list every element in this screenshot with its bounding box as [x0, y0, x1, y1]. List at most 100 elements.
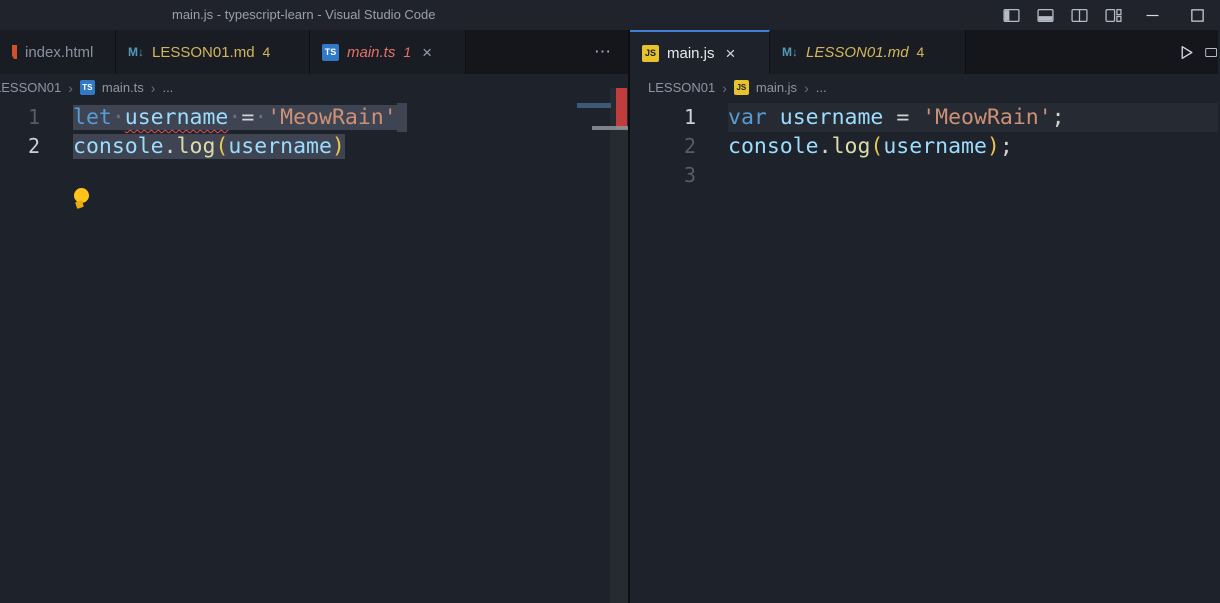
lightbulb-quickfix-icon[interactable]	[74, 188, 90, 214]
toggle-secondary-sidebar-icon[interactable]	[1062, 0, 1096, 30]
code-token: console	[73, 134, 164, 159]
editor-group-left: index.html M↓ LESSON01.md 4 TS main.ts 1…	[0, 30, 628, 603]
toggle-panel-icon[interactable]	[1028, 0, 1062, 30]
breadcrumb-folder[interactable]: LESSON01	[648, 80, 715, 95]
line-number: 2	[630, 132, 696, 161]
code-token: )	[332, 134, 345, 159]
overview-error-marker	[616, 88, 627, 129]
code-token	[397, 103, 407, 132]
window-title: main.js - typescript-learn - Visual Stud…	[172, 0, 436, 30]
code-editor-main-ts[interactable]: 1let·username·=·'MeowRain'2console.log(u…	[0, 101, 628, 603]
code-token: console	[728, 134, 819, 159]
tabbar-spacer	[966, 30, 1218, 74]
line-content: let·username·=·'MeowRain'	[73, 103, 628, 132]
breadcrumb-folder[interactable]: LESSON01	[0, 80, 61, 95]
line-number: 1	[0, 103, 40, 132]
error-badge: 1	[403, 44, 411, 60]
editor-group-right: JS main.js × M↓ LESSON01.md 4	[628, 30, 1218, 603]
code-token: var	[728, 105, 767, 130]
more-actions-icon[interactable]: ⋯	[578, 42, 628, 62]
close-icon[interactable]: ×	[723, 44, 739, 63]
breadcrumb-right: LESSON01 › JS main.js › ...	[630, 74, 1218, 101]
tab-label: index.html	[25, 44, 93, 61]
code-token: 'MeowRain'	[267, 105, 396, 130]
breadcrumb-file[interactable]: main.js	[756, 80, 797, 95]
code-token: let	[73, 105, 112, 130]
line-content: console.log(username)	[73, 132, 628, 161]
line-content: var username = 'MeowRain';	[728, 103, 1218, 132]
code-token: username	[228, 134, 332, 159]
code-token: ·	[112, 105, 125, 130]
code-token: 'MeowRain'	[922, 105, 1051, 130]
titlebar: main.js - typescript-learn - Visual Stud…	[0, 0, 1220, 30]
code-token: .	[819, 134, 832, 159]
typescript-file-icon: TS	[322, 44, 339, 61]
markdown-file-icon: M↓	[782, 44, 798, 61]
breadcrumb-file[interactable]: main.ts	[102, 80, 144, 95]
code-token: =	[896, 105, 909, 130]
code-token: ;	[1052, 105, 1065, 130]
tab-main-ts[interactable]: TS main.ts 1 ×	[310, 30, 466, 74]
code-token	[767, 105, 780, 130]
minimap-selection-mark	[592, 126, 628, 130]
html-file-icon	[12, 45, 17, 59]
javascript-file-icon: JS	[642, 45, 659, 62]
code-editor-main-js[interactable]: 1 var username = 'MeowRain'; 2 console.log(…	[630, 101, 1218, 603]
problem-badge: 4	[263, 44, 271, 60]
close-icon[interactable]: ×	[419, 43, 435, 62]
breadcrumb-symbol[interactable]: ...	[162, 80, 173, 95]
code-token: (	[870, 134, 883, 159]
scrollbar-overview-ruler[interactable]	[610, 88, 628, 603]
markdown-file-icon: M↓	[128, 44, 144, 61]
code-token: )	[987, 134, 1000, 159]
code-token	[883, 105, 896, 130]
breadcrumb-symbol[interactable]: ...	[816, 80, 827, 95]
typescript-file-icon: TS	[80, 80, 95, 95]
code-line: 3	[630, 161, 1218, 190]
customize-layout-icon[interactable]	[1096, 0, 1130, 30]
code-token: log	[832, 134, 871, 159]
editor-groups: index.html M↓ LESSON01.md 4 TS main.ts 1…	[0, 30, 1220, 603]
tab-label: LESSON01.md	[806, 44, 909, 61]
split-editor-icon[interactable]	[1205, 30, 1218, 74]
javascript-file-icon: JS	[734, 80, 749, 95]
run-file-icon[interactable]	[1168, 44, 1205, 61]
tabbar-right: JS main.js × M↓ LESSON01.md 4	[630, 30, 1218, 74]
breadcrumb-left: LESSON01 › TS main.ts › ...	[0, 74, 628, 101]
vscode-window: main.js - typescript-learn - Visual Stud…	[0, 0, 1220, 603]
toggle-primary-sidebar-icon[interactable]	[994, 0, 1028, 30]
tab-lesson01-md-right[interactable]: M↓ LESSON01.md 4	[770, 30, 966, 74]
minimize-button[interactable]	[1130, 0, 1175, 30]
code-token: =	[241, 105, 254, 130]
tabbar-left: index.html M↓ LESSON01.md 4 TS main.ts 1…	[0, 30, 628, 74]
code-line: 1 var username = 'MeowRain';	[630, 103, 1218, 132]
tab-lesson01-md-left[interactable]: M↓ LESSON01.md 4	[116, 30, 310, 74]
code-token: ;	[1000, 134, 1013, 159]
code-line: 1let·username·=·'MeowRain'	[0, 103, 628, 132]
chevron-right-icon: ›	[804, 80, 809, 96]
tabbar-spacer: ⋯	[466, 30, 628, 74]
problem-badge: 4	[917, 44, 925, 60]
code-token: username	[883, 134, 987, 159]
tab-index-html[interactable]: index.html	[0, 30, 116, 74]
chevron-right-icon: ›	[68, 80, 73, 96]
code-token: username	[780, 105, 884, 130]
code-token	[909, 105, 922, 130]
code-token: ·	[228, 105, 241, 130]
titlebar-controls	[994, 0, 1220, 30]
maximize-button[interactable]	[1175, 0, 1220, 30]
line-content: console.log(username);	[728, 132, 1218, 161]
code-token: .	[164, 134, 177, 159]
tab-label: main.ts	[347, 44, 395, 61]
code-line: 2 console.log(username)	[0, 132, 628, 161]
tab-label: main.js	[667, 45, 715, 62]
chevron-right-icon: ›	[722, 80, 727, 96]
code-token: (	[215, 134, 228, 159]
minimap-line-mark	[577, 103, 611, 108]
tab-main-js[interactable]: JS main.js ×	[630, 30, 770, 74]
line-number: 1	[630, 103, 696, 132]
code-line: 2 console.log(username);	[630, 132, 1218, 161]
line-number: 2	[0, 132, 40, 161]
tab-label: LESSON01.md	[152, 44, 255, 61]
line-content	[728, 161, 1218, 190]
